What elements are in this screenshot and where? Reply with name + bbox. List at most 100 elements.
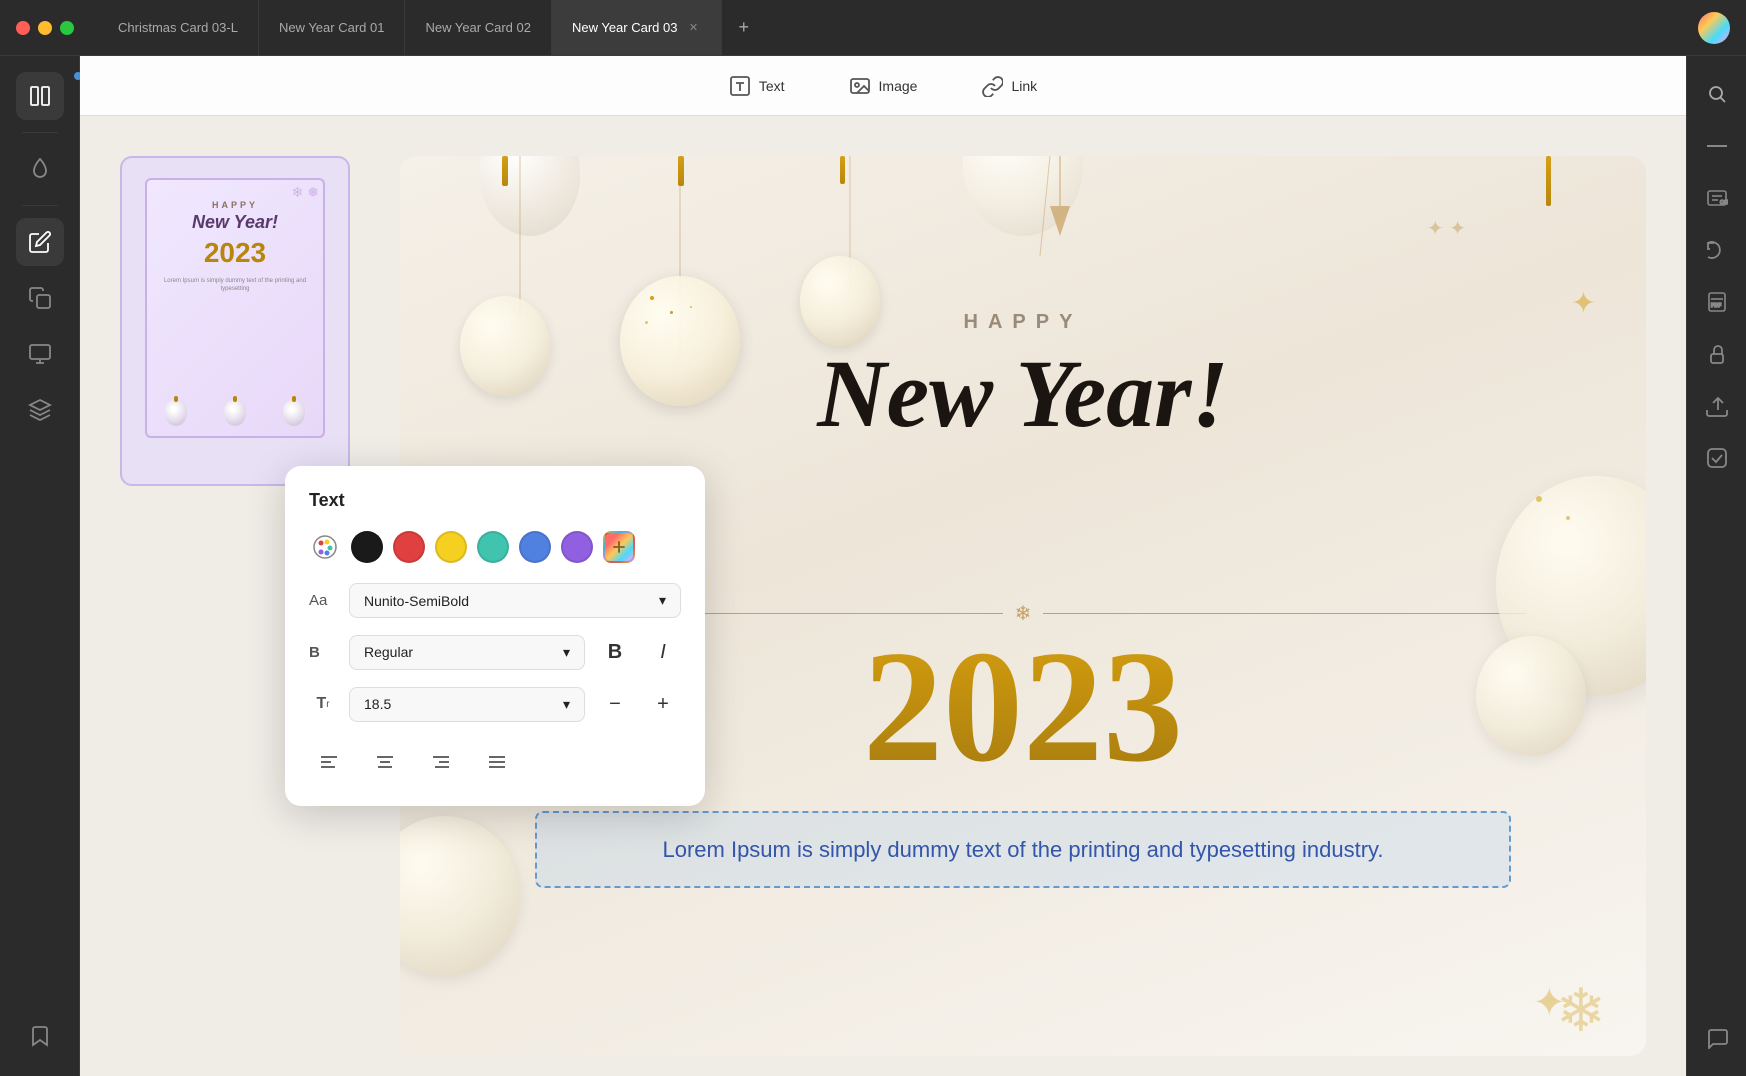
sidebar-layers-icon[interactable] <box>16 386 64 434</box>
font-style-row: B Regular ▾ B I <box>309 634 681 670</box>
sidebar-ink-icon[interactable] <box>16 145 64 193</box>
minimize-button[interactable] <box>38 21 52 35</box>
thumbnail-card[interactable]: ❄ ❅ HAPPY New Year! 2023 Lorem Ipsum is … <box>120 156 350 486</box>
tab-label: Christmas Card 03-L <box>118 20 238 35</box>
thumb-ornaments <box>147 400 323 426</box>
close-button[interactable] <box>16 21 30 35</box>
snowflake-large-bottom: ❄ <box>1556 976 1606 1046</box>
ornament-left-bottom <box>400 816 520 976</box>
thumbnail-inner: ❄ ❅ HAPPY New Year! 2023 Lorem Ipsum is … <box>145 178 325 438</box>
titlebar: Christmas Card 03-L New Year Card 01 New… <box>0 0 1746 56</box>
align-right-button[interactable] <box>421 742 461 782</box>
color-more-button[interactable] <box>603 531 635 563</box>
color-swatch-red[interactable] <box>393 531 425 563</box>
color-swatch-teal[interactable] <box>477 531 509 563</box>
sidebar-template-icon[interactable] <box>16 330 64 378</box>
ornament-top-center <box>963 156 1083 236</box>
tab-bar: Christmas Card 03-L New Year Card 01 New… <box>98 0 1698 55</box>
link-icon <box>981 75 1003 97</box>
font-size-decrease-button[interactable]: − <box>597 686 633 722</box>
tab-new-year-card-01[interactable]: New Year Card 01 <box>259 0 406 55</box>
font-weight-select[interactable]: Regular ▾ <box>349 635 585 670</box>
alignment-row <box>309 742 681 782</box>
ornament-cap-1 <box>502 156 508 186</box>
card-happy-text: HAPPY <box>400 311 1646 334</box>
divider-line-right <box>1043 613 1526 614</box>
thumb-year-text: 2023 <box>204 237 266 269</box>
thumb-ornament-1 <box>165 400 187 426</box>
tab-label: New Year Card 03 <box>572 20 678 35</box>
text-panel: Text <box>285 466 705 806</box>
check-icon[interactable] <box>1695 436 1739 480</box>
image-icon <box>849 75 871 97</box>
tab-new-year-card-02[interactable]: New Year Card 02 <box>405 0 552 55</box>
color-swatch-yellow[interactable] <box>435 531 467 563</box>
ornament-cap-3 <box>840 156 845 184</box>
add-tab-button[interactable]: + <box>722 0 765 55</box>
sidebar-divider-1 <box>22 132 58 133</box>
pdf-icon[interactable]: PDF <box>1695 280 1739 324</box>
tab-label: New Year Card 01 <box>279 20 385 35</box>
font-size-select[interactable]: 18.5 ▾ <box>349 687 585 722</box>
font-size-icon: Tr <box>309 695 337 713</box>
tab-new-year-card-03[interactable]: New Year Card 03 ✕ <box>552 0 723 55</box>
image-tool-label: Image <box>879 78 918 94</box>
lock-icon[interactable] <box>1695 332 1739 376</box>
tab-close-button[interactable]: ✕ <box>685 20 701 36</box>
link-tool-button[interactable]: Link <box>965 67 1053 105</box>
align-justify-button[interactable] <box>477 742 517 782</box>
sidebar-bookmark-icon[interactable] <box>16 1012 64 1060</box>
minus-icon[interactable] <box>1695 124 1739 168</box>
thumb-newyear-text: New Year! <box>192 212 278 233</box>
left-sidebar <box>0 56 80 1076</box>
text-icon <box>729 75 751 97</box>
color-swatch-blue[interactable] <box>519 531 551 563</box>
card-newyear-text: New Year! <box>400 341 1646 447</box>
bold-button[interactable]: B <box>597 634 633 670</box>
font-family-select[interactable]: Nunito-SemiBold ▾ <box>349 583 681 618</box>
ornament-right-small <box>1476 636 1586 756</box>
color-palette-icon[interactable] <box>309 531 341 563</box>
image-tool-button[interactable]: Image <box>833 67 934 105</box>
thumb-lorem-text: Lorem Ipsum is simply dummy text of the … <box>157 277 313 294</box>
chat-icon[interactable] <box>1695 1016 1739 1060</box>
upload-icon[interactable] <box>1695 384 1739 428</box>
font-family-label: Aa <box>309 592 337 609</box>
font-weight-chevron: ▾ <box>563 644 570 661</box>
align-center-button[interactable] <box>365 742 405 782</box>
font-size-chevron: ▾ <box>563 696 570 713</box>
font-size-increase-button[interactable]: + <box>645 686 681 722</box>
thumb-happy-text: HAPPY <box>212 200 258 210</box>
svg-text:PDF: PDF <box>1711 303 1721 309</box>
text-box[interactable]: Lorem Ipsum is simply dummy text of the … <box>535 811 1511 888</box>
sidebar-divider-2 <box>22 205 58 206</box>
text-tool-label: Text <box>759 78 785 94</box>
color-swatch-purple[interactable] <box>561 531 593 563</box>
maximize-button[interactable] <box>60 21 74 35</box>
thumb-ornament-3 <box>283 400 305 426</box>
tab-christmas-card[interactable]: Christmas Card 03-L <box>98 0 259 55</box>
canvas-area: ❄ ❅ HAPPY New Year! 2023 Lorem Ipsum is … <box>80 116 1686 1076</box>
search-icon[interactable] <box>1695 72 1739 116</box>
text-box-content: Lorem Ipsum is simply dummy text of the … <box>557 833 1489 866</box>
italic-button[interactable]: I <box>645 634 681 670</box>
color-swatch-black[interactable] <box>351 531 383 563</box>
align-left-button[interactable] <box>309 742 349 782</box>
user-profile-icon[interactable] <box>1698 12 1730 44</box>
sidebar-book-icon[interactable] <box>16 72 64 120</box>
thumb-snowflakes: ❄ ❅ <box>292 184 319 201</box>
traffic-lights <box>16 21 74 35</box>
convert-icon[interactable] <box>1695 228 1739 272</box>
ocr-icon[interactable]: OCR <box>1695 176 1739 220</box>
sidebar-edit-icon[interactable] <box>16 218 64 266</box>
top-toolbar: Text Image <box>80 56 1686 116</box>
color-row <box>309 531 681 563</box>
text-tool-button[interactable]: Text <box>713 67 801 105</box>
font-family-row: Aa Nunito-SemiBold ▾ <box>309 583 681 618</box>
ornament-top-left <box>480 156 580 236</box>
tab-label: New Year Card 02 <box>425 20 531 35</box>
ornament-cap-2 <box>678 156 684 186</box>
thumb-ornament-2 <box>224 400 246 426</box>
sidebar-copy-icon[interactable] <box>16 274 64 322</box>
svg-text:OCR: OCR <box>1720 200 1728 206</box>
